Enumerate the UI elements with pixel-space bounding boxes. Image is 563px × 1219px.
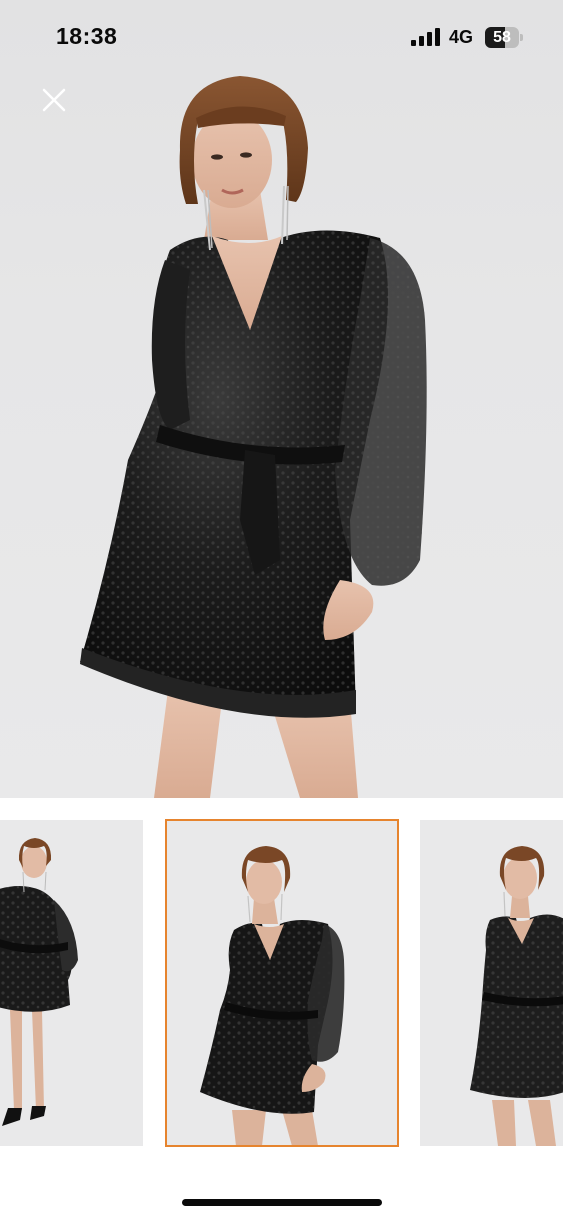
network-type: 4G: [449, 27, 474, 47]
cellular-signal-icon: [411, 28, 440, 46]
product-image-viewer: 18:38 4G 58: [0, 0, 563, 1219]
battery-icon: 58: [485, 27, 523, 48]
thumbnail-image: [0, 838, 78, 1126]
battery-level: 58: [493, 29, 511, 46]
main-product-image[interactable]: [0, 0, 563, 798]
close-button[interactable]: [34, 80, 74, 120]
thumbnail-1[interactable]: [0, 820, 143, 1146]
status-time: 18:38: [56, 23, 118, 49]
thumbnail-strip: [0, 798, 563, 1178]
battery-body: 58: [485, 27, 519, 48]
close-icon: [42, 88, 66, 112]
home-indicator[interactable]: [182, 1199, 382, 1206]
thumbnail-2-selected[interactable]: [165, 819, 399, 1147]
thumbnail-image: [200, 846, 345, 1146]
status-bar: 18:38 4G 58: [0, 0, 563, 76]
thumbnail-image: [470, 846, 563, 1146]
model-photo: [80, 76, 427, 798]
battery-cap: [520, 34, 523, 41]
thumbnail-3[interactable]: [420, 820, 563, 1146]
